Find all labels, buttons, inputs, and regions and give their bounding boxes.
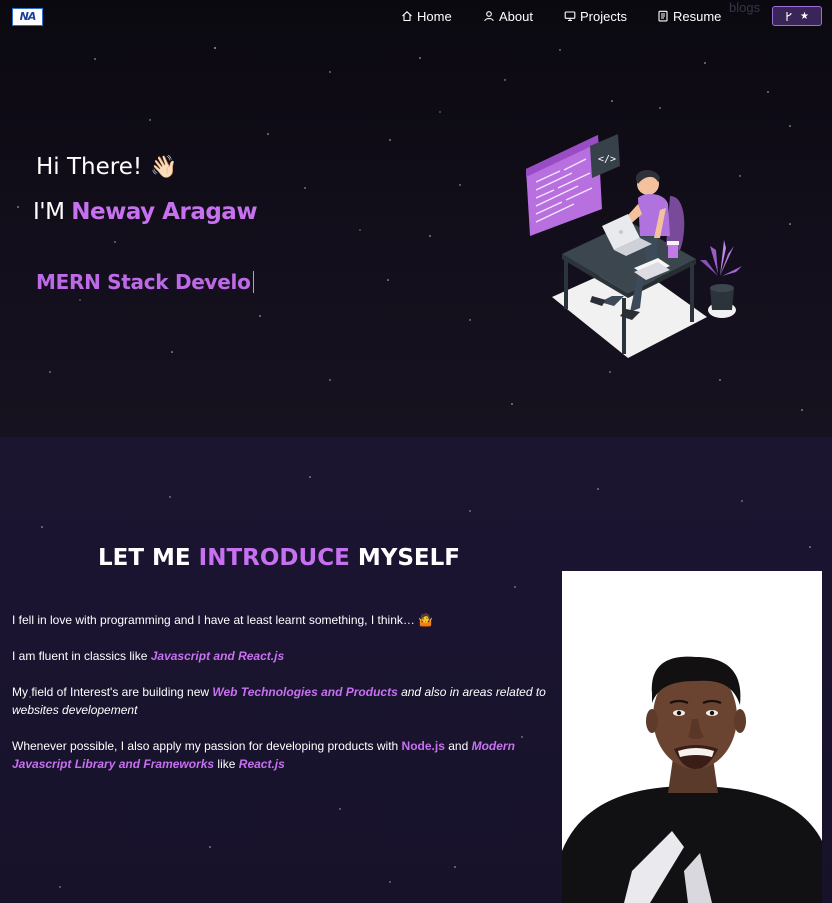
about-title-suffix: MYSELF — [357, 545, 460, 571]
about-title: LET ME INTRODUCE MYSELF — [0, 545, 558, 571]
about-title-highlight: INTRODUCE — [198, 545, 350, 571]
p2-highlight: Javascript and React.js — [150, 649, 285, 663]
intro-prefix: I'M — [33, 199, 65, 225]
about-paragraph-3: My field of Interest's are building new … — [12, 683, 552, 719]
p4-node: Node.js — [401, 739, 445, 753]
about-paragraph-1: I fell in love with programming and I ha… — [12, 613, 434, 627]
wave-icon: 👋🏻 — [150, 154, 178, 180]
p4-like: like — [214, 757, 239, 771]
p4-and: and — [444, 739, 472, 753]
hero-section: NA Home About Projects Resume blogs ★ Hi… — [0, 0, 832, 437]
profile-photo-illustration — [562, 571, 822, 903]
home-icon — [402, 11, 412, 22]
typewriter-cursor — [252, 271, 254, 293]
nav-home-label: Home — [417, 8, 452, 24]
nav-resume[interactable]: Resume — [657, 8, 721, 24]
typewriter-role: MERN Stack Develo — [36, 270, 254, 294]
about-title-prefix: LET ME — [97, 545, 191, 571]
navbar: NA Home About Projects Resume blogs ★ — [0, 0, 832, 34]
nav-blogs[interactable]: blogs — [729, 0, 760, 15]
typewriter-text: MERN Stack Develo — [36, 270, 251, 294]
greeting-text: Hi There! — [36, 154, 143, 180]
about-section: LET ME INTRODUCE MYSELF I fell in love w… — [0, 437, 832, 903]
nav-projects-label: Projects — [580, 8, 627, 24]
nav-about-label: About — [499, 8, 533, 24]
about-paragraph-4: Whenever possible, I also apply my passi… — [12, 737, 552, 773]
code-window-graphic: </> — [526, 134, 620, 236]
nav-home[interactable]: Home — [401, 8, 452, 24]
nav-about[interactable]: About — [483, 8, 533, 24]
p4-text: Whenever possible, I also apply my passi… — [12, 739, 402, 753]
hero-greeting: Hi There! 👋🏻 — [36, 154, 178, 180]
hero-name: Neway Aragaw — [71, 199, 258, 225]
svg-text:</>: </> — [598, 154, 616, 165]
p3-highlight: Web Technologies and Products — [212, 685, 398, 699]
document-icon — [658, 10, 668, 22]
nav-projects[interactable]: Projects — [564, 8, 627, 24]
site-logo[interactable]: NA — [12, 8, 43, 26]
hero-intro: I'M Neway Aragaw — [33, 199, 258, 225]
p3-text: My field of Interest's are building new — [12, 685, 213, 699]
nav-resume-label: Resume — [673, 8, 722, 24]
monitor-icon — [564, 11, 576, 22]
star-icon: ★ — [800, 10, 809, 22]
profile-photo — [562, 571, 822, 903]
about-paragraph-2: I am fluent in classics like Javascript … — [12, 647, 552, 665]
developer-illustration: </> — [526, 134, 742, 358]
p2-text: I am fluent in classics like — [12, 649, 151, 663]
git-branch-icon — [786, 11, 792, 21]
p4-react: React.js — [238, 757, 285, 771]
user-icon — [484, 11, 494, 22]
github-fork-button[interactable]: ★ — [772, 6, 822, 26]
